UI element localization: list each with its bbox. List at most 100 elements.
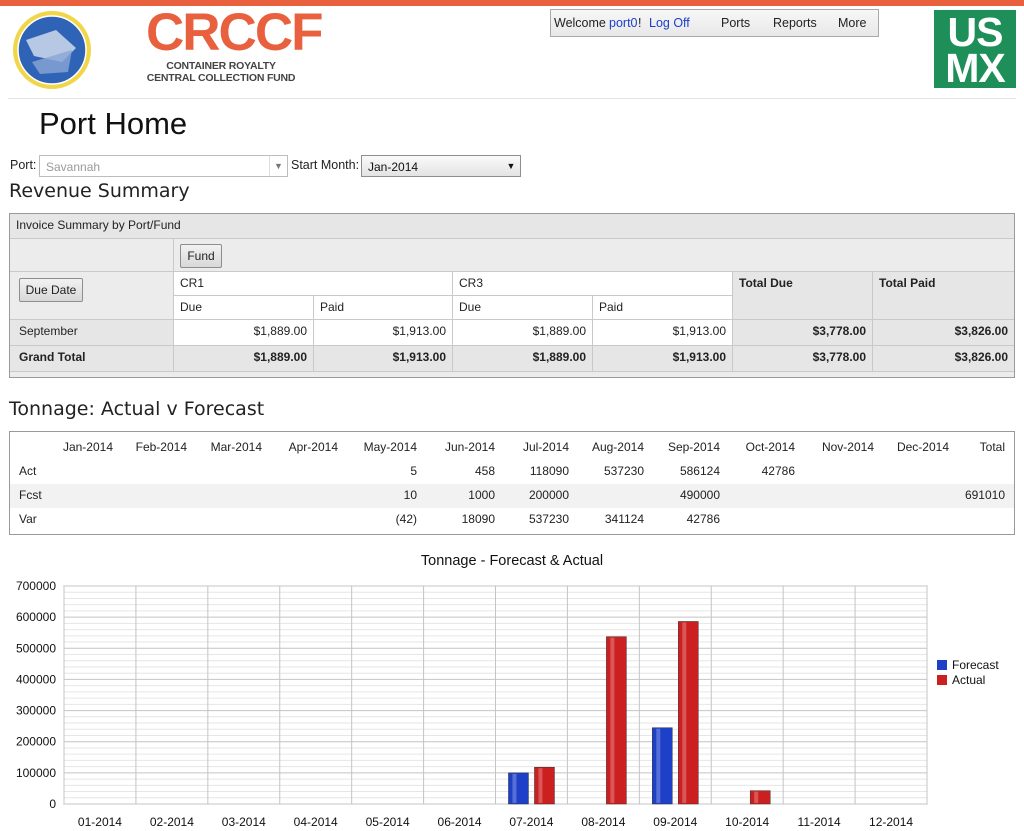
row-label-var: Var: [19, 512, 37, 526]
table-cell: $1,913.00: [593, 346, 733, 372]
table-cell: $1,913.00: [314, 346, 453, 372]
column-header: Mar-2014: [210, 440, 262, 454]
x-tick-label: 06-2014: [438, 815, 482, 829]
tonnage-chart: 0 100000 200000 300000 400000 500000 600000 700…: [16, 553, 999, 829]
bar-highlight: [512, 773, 517, 803]
port-select-value: Savannah: [46, 160, 101, 174]
column-header: Total: [979, 440, 1005, 454]
table-cell: 537230: [528, 512, 569, 526]
bar-highlight: [538, 768, 543, 803]
column-header: Oct-2014: [745, 440, 795, 454]
chevron-down-icon[interactable]: ▼: [269, 156, 287, 176]
table-cell: $3,778.00: [733, 346, 873, 372]
legend-swatch: [937, 660, 947, 670]
column-header: Jun-2014: [444, 440, 495, 454]
brand-subtitle-line-2: CENTRAL COLLECTION FUND: [146, 72, 296, 84]
page-title: Port Home: [39, 106, 188, 141]
bar-highlight: [610, 637, 615, 803]
tonnage-title: Tonnage: Actual v Forecast: [9, 398, 265, 420]
menu-ports[interactable]: Ports: [721, 16, 750, 30]
x-tick-label: 05-2014: [366, 815, 410, 829]
table-cell: 200000: [528, 488, 569, 502]
column-header: Sep-2014: [667, 440, 720, 454]
total-paid-header: Total Paid: [873, 272, 1014, 320]
table-cell: 1000: [468, 488, 495, 502]
username-link[interactable]: port0: [609, 16, 638, 30]
invoice-summary-grid: Invoice Summary by Port/Fund Fund Due Da…: [9, 213, 1015, 378]
menu-reports[interactable]: Reports: [773, 16, 817, 30]
y-tick-label: 0: [49, 797, 56, 811]
grid-caption: Invoice Summary by Port/Fund: [10, 214, 1014, 239]
group-header-cr3: CR3: [453, 272, 733, 296]
x-tick-label: 12-2014: [869, 815, 913, 829]
group-header-cr1: CR1: [174, 272, 453, 296]
column-header: Aug-2014: [591, 440, 644, 454]
chevron-down-icon[interactable]: ▼: [502, 156, 520, 176]
column-header: May-2014: [363, 440, 417, 454]
port-label: Port:: [10, 158, 37, 172]
brand-logo: CRCCF CONTAINER ROYALTY CENTRAL COLLECTI…: [146, 3, 323, 85]
y-tick-label: 300000: [16, 704, 56, 718]
row-label-september: September: [10, 320, 174, 346]
bar-highlight: [656, 728, 661, 803]
table-cell: $1,913.00: [593, 320, 733, 346]
bar-highlight: [754, 791, 759, 803]
brand-subtitle-line-1: CONTAINER ROYALTY: [166, 60, 276, 72]
y-tick-label: 200000: [16, 735, 56, 749]
x-tick-label: 02-2014: [150, 815, 194, 829]
table-cell: $1,889.00: [453, 320, 593, 346]
fund-header-area: [174, 239, 1014, 272]
table-cell: (42): [395, 512, 417, 526]
port-select[interactable]: Savannah ▼: [39, 155, 288, 177]
table-cell: 118090: [529, 464, 569, 478]
table-cell: 18090: [461, 512, 495, 526]
table-cell: 5: [410, 464, 417, 478]
table-cell: 537230: [603, 464, 644, 478]
y-tick-label: 700000: [16, 579, 56, 593]
menu-more[interactable]: More: [838, 16, 866, 30]
fund-button[interactable]: Fund: [180, 244, 222, 268]
x-tick-label: 04-2014: [294, 815, 338, 829]
legend-label: Actual: [952, 673, 985, 687]
due-date-button[interactable]: Due Date: [19, 278, 83, 302]
start-month-select[interactable]: Jan-2014 ▼: [361, 155, 521, 177]
column-header: Jul-2014: [522, 440, 569, 454]
header-divider: [8, 98, 1016, 99]
y-tick-label: 100000: [16, 766, 56, 780]
table-row-band: [10, 484, 1014, 508]
table-cell: $3,826.00: [873, 346, 1014, 372]
bar-forecast: [508, 772, 529, 805]
table-cell: $3,826.00: [873, 320, 1014, 346]
y-tick-label: 500000: [16, 641, 56, 655]
y-tick-label: 400000: [16, 672, 56, 686]
log-off-link[interactable]: Log Off: [649, 16, 690, 30]
user-menu-bar: Welcome port0 ! Log Off Ports Reports Mo…: [550, 9, 879, 37]
table-cell: $1,889.00: [453, 346, 593, 372]
table-cell: 42786: [686, 512, 720, 526]
grid-corner-top: [10, 239, 174, 272]
x-tick-label: 10-2014: [725, 815, 769, 829]
x-tick-label: 03-2014: [222, 815, 266, 829]
table-cell: $1,889.00: [174, 320, 314, 346]
x-tick-label: 07-2014: [509, 815, 553, 829]
sub-header-paid: Paid: [593, 296, 733, 320]
usmx-logo-line-2: MX: [945, 45, 1006, 91]
table-cell: 691010: [964, 488, 1005, 502]
column-header: Nov-2014: [821, 440, 874, 454]
sub-header-paid: Paid: [314, 296, 453, 320]
row-label-fcst: Fcst: [19, 488, 42, 502]
port-seal-logo: [13, 11, 91, 89]
table-cell: 341124: [604, 512, 644, 526]
welcome-bang: !: [638, 16, 642, 30]
column-header: Jan-2014: [62, 440, 113, 454]
legend-swatch: [937, 675, 947, 685]
x-tick-label: 09-2014: [653, 815, 697, 829]
table-cell: $1,913.00: [314, 320, 453, 346]
legend-label: Forecast: [952, 658, 999, 672]
table-cell: 10: [403, 488, 417, 502]
row-label-act: Act: [19, 464, 37, 478]
sub-header-due: Due: [453, 296, 593, 320]
welcome-text: Welcome: [554, 16, 606, 30]
brand-title: CRCCF: [146, 3, 323, 62]
table-cell: $3,778.00: [733, 320, 873, 346]
